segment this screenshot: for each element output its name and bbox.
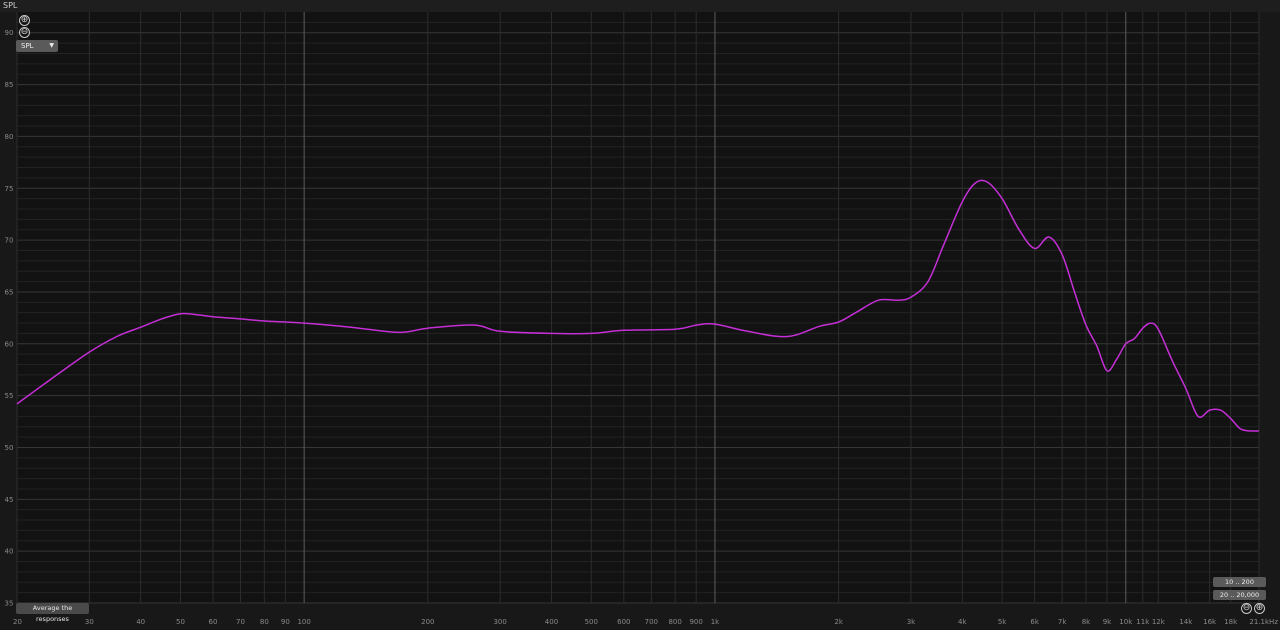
y-tick-label: 45 [5,496,14,504]
x-tick-label: 80 [260,618,269,626]
x-tick-label: 8k [1082,618,1091,626]
x-tick-label: 800 [668,618,681,626]
y-tick-label: 90 [5,29,14,37]
y-tick-label: 50 [5,444,14,452]
x-tick-label: 2k [834,618,843,626]
zoom-out-icon[interactable]: ⊖ [19,27,30,38]
x-tick-label: 500 [585,618,598,626]
frequency-response-chart[interactable]: 35 40 45 50 55 60 65 70 75 80 85 90 20 30 40 50 60 70 80 9… [0,0,1280,630]
x-tick-label: 3k [907,618,916,626]
x-tick-label: 7k [1058,618,1067,626]
x-tick-label: 6k [1030,618,1039,626]
x-tick-label: 20 [13,618,22,626]
y-tick-label: 75 [5,185,14,193]
x-axis-labels: 20 30 40 50 60 70 80 90 100 200 300 400 500 600 700 800… [13,618,1278,626]
title-bar: SPL [0,0,1280,12]
chevron-down-icon: ▼ [49,42,54,49]
measure-select[interactable]: SPL ▼ [16,40,58,52]
x-tick-label: 11k [1136,618,1150,626]
y-tick-label: 60 [5,340,14,348]
range-20-20000-button[interactable]: 20 .. 20,000 [1213,590,1266,600]
x-tick-label: 50 [176,618,185,626]
x-tick-label: 90 [281,618,290,626]
zoom-in-icon[interactable]: ⊕ [19,15,30,26]
chart-title: SPL [3,1,18,10]
plot-background [17,12,1259,603]
x-tick-label: 1k [711,618,720,626]
range-10-200-button[interactable]: 10 .. 200 [1213,577,1266,587]
x-tick-label: 18k [1224,618,1238,626]
y-axis-labels: 35 40 45 50 55 60 65 70 75 80 85 90 [5,29,14,607]
x-tick-label: 30 [85,618,94,626]
x-tick-label: 100 [297,618,310,626]
x-zoom-in-icon[interactable]: ⊕ [1254,603,1265,614]
y-tick-label: 55 [5,392,14,400]
y-tick-label: 35 [5,600,14,608]
y-tick-label: 80 [5,133,14,141]
y-tick-label: 65 [5,288,14,296]
x-tick-label: 5k [998,618,1007,626]
x-tick-label: 16k [1203,618,1217,626]
x-tick-label: 70 [236,618,245,626]
x-tick-label: 14k [1179,618,1193,626]
x-tick-label: 300 [493,618,506,626]
x-tick-label: 10k [1119,618,1133,626]
x-tick-label: 700 [645,618,658,626]
x-tick-label: 12k [1152,618,1166,626]
x-tick-label: 40 [136,618,145,626]
x-tick-label: 400 [545,618,558,626]
x-tick-label: 4k [958,618,967,626]
x-tick-label: 600 [617,618,630,626]
x-tick-label: 21.1kHz [1249,618,1278,626]
x-tick-label: 60 [209,618,218,626]
measure-select-value: SPL [21,42,34,50]
x-tick-label: 200 [421,618,434,626]
app-window: 35 40 45 50 55 60 65 70 75 80 85 90 20 30 40 50 60 70 80 9… [0,0,1280,630]
x-zoom-out-icon[interactable]: ⊖ [1241,603,1252,614]
y-tick-label: 85 [5,81,14,89]
x-tick-label: 9k [1103,618,1112,626]
y-tick-label: 40 [5,548,14,556]
x-tick-label: 900 [689,618,702,626]
y-tick-label: 70 [5,237,14,245]
average-responses-button[interactable]: Average the responses [16,603,89,623]
